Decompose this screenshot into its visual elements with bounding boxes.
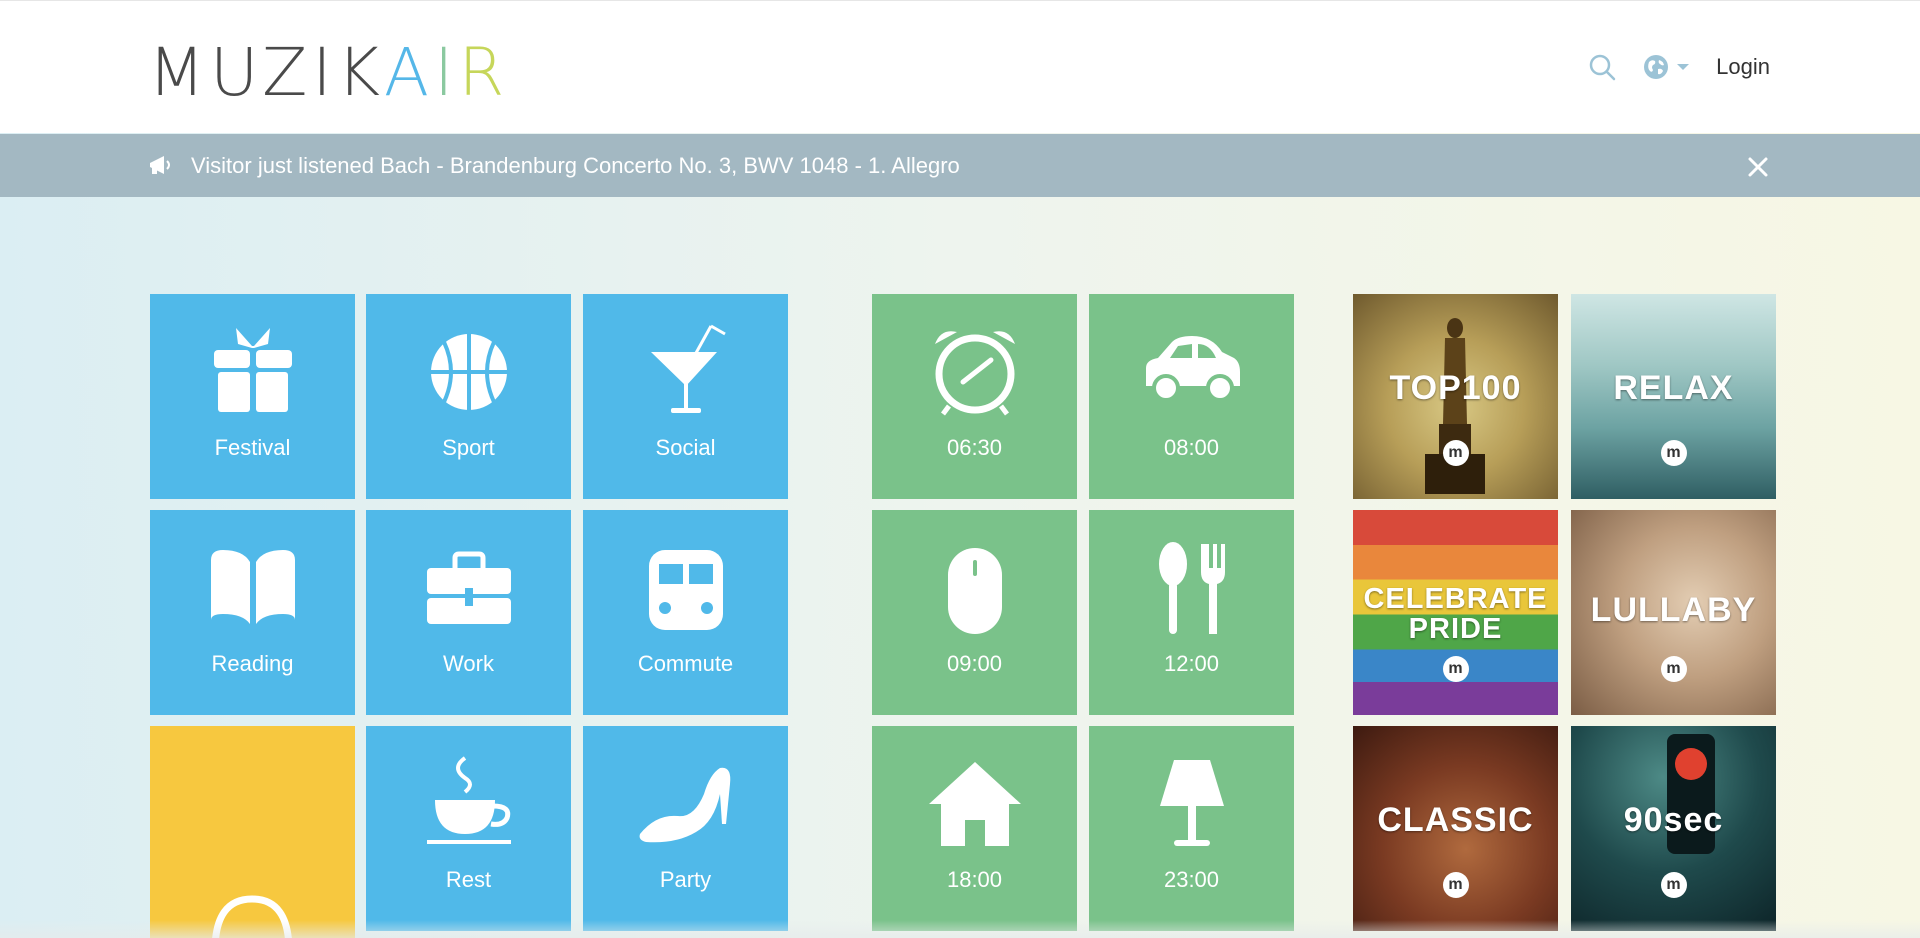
muzikair-badge-icon: m [1660,872,1687,898]
tile-reading[interactable]: Reading [150,510,355,715]
tile-time-0800[interactable]: 08:00 [1089,294,1294,499]
tile-time-2300[interactable]: 23:00 [1089,726,1294,931]
playlist-title: 90sec [1623,801,1724,839]
briefcase-icon [426,551,511,624]
high-heel-icon [639,767,730,843]
cocktail-icon [650,324,726,413]
close-icon[interactable] [1747,156,1769,178]
headphones-icon [212,895,292,938]
playlist-classic[interactable]: CLASSIC m [1353,726,1558,931]
banner-text: Visitor just listened Bach - Brandenburg… [191,153,960,178]
playlist-title: RELAX [1613,369,1734,407]
basketball-icon [430,334,507,410]
playlist-lullaby[interactable]: LULLABY m [1571,510,1776,715]
login-link[interactable]: Login [1716,54,1770,80]
header-actions: Login [1588,47,1770,87]
tile-label: Rest [445,867,492,892]
tile-label: Social [655,435,716,460]
tile-label: Party [659,867,712,892]
tile-label: 08:00 [1163,435,1220,460]
recent-listen-banner: Visitor just listened Bach - Brandenburg… [0,134,1920,197]
search-button[interactable] [1588,53,1616,81]
search-icon [1589,54,1616,81]
tile-label: 12:00 [1163,651,1220,676]
tile-work[interactable]: Work [366,510,571,715]
tile-commute[interactable]: Commute [583,510,788,715]
tile-time-1800[interactable]: 18:00 [872,726,1077,931]
muzikair-badge-icon: m [1442,872,1469,898]
lamp-icon [1159,760,1224,846]
tile-time-0630[interactable]: 06:30 [872,294,1077,499]
muzikair-badge-icon: m [1442,656,1469,682]
chevron-down-icon [1677,64,1690,70]
tile-headphones[interactable] [150,726,355,938]
muzikair-badge-icon: m [1442,440,1469,466]
coffee-cup-icon [426,756,511,844]
playlist-title: CLASSIC [1377,801,1534,839]
megaphone-icon [150,156,170,174]
playlist-relax[interactable]: RELAX m [1571,294,1776,499]
globe-icon [1644,55,1669,79]
tile-label: Festival [214,435,291,460]
alarm-clock-icon [934,331,1015,416]
playlist-celebrate-pride[interactable]: CELEBRATE PRIDE m [1353,510,1558,715]
playlist-title: LULLABY [1590,591,1757,629]
playlist-title: CELEBRATE PRIDE [1363,583,1548,645]
gift-icon [213,328,292,412]
tile-rest[interactable]: Rest [366,726,571,931]
tile-label: 18:00 [946,867,1003,892]
house-icon [928,762,1021,846]
tile-sport[interactable]: Sport [366,294,571,499]
tile-label: Work [443,651,494,676]
site-header: MUZIKAIR Login [0,0,1920,133]
playlist-90sec[interactable]: 90sec m [1571,726,1776,931]
mouse-icon [947,548,1002,634]
tile-label: 06:30 [946,435,1003,460]
playlist-top100[interactable]: TOP100 m [1353,294,1558,499]
language-selector[interactable] [1642,53,1690,81]
tile-time-0900[interactable]: 09:00 [872,510,1077,715]
tile-festival[interactable]: Festival [150,294,355,499]
muzikair-logo[interactable]: MUZIKAIR [148,35,509,111]
train-icon [648,550,723,630]
tile-label: Commute [637,651,734,676]
tile-label: Sport [442,435,495,460]
playlist-title: TOP100 [1389,369,1522,407]
book-icon [210,550,295,624]
tile-social[interactable]: Social [583,294,788,499]
car-icon [1145,336,1240,402]
muzikair-badge-icon: m [1660,440,1687,466]
tile-label: 09:00 [946,651,1003,676]
tile-time-1200[interactable]: 12:00 [1089,510,1294,715]
tile-party[interactable]: Party [583,726,788,931]
utensils-icon [1158,542,1225,634]
tile-label: 23:00 [1163,867,1220,892]
tile-label: Reading [211,651,294,676]
muzikair-badge-icon: m [1660,656,1687,682]
